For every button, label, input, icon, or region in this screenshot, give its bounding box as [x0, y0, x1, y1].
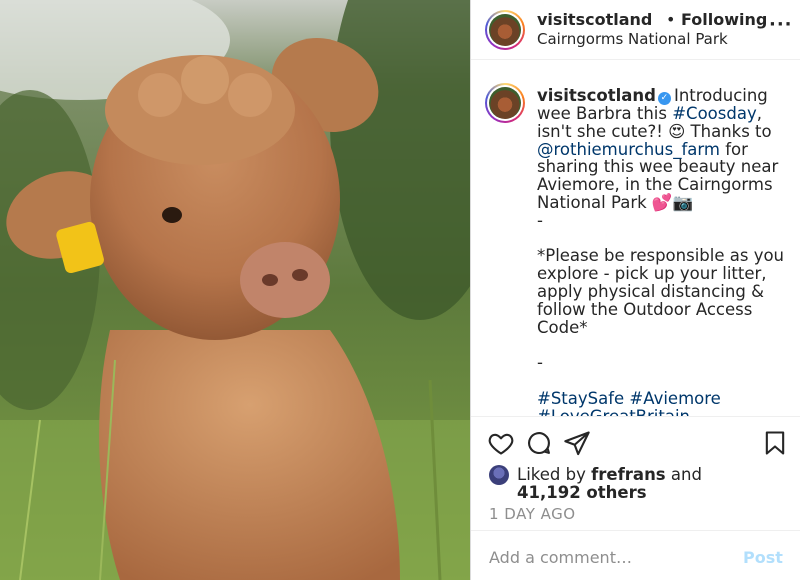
post-photo[interactable] — [0, 0, 470, 580]
share-icon — [564, 431, 590, 456]
liked-by-prefix: Liked by — [517, 465, 592, 484]
hashtags-line-1[interactable]: #StaySafe #Aviemore — [537, 389, 721, 408]
post-header: visitscotland • Following Cairngorms Nat… — [471, 0, 800, 60]
post-side-panel: visitscotland • Following Cairngorms Nat… — [470, 0, 800, 580]
caption-text: visitscotland ✓ Introducing wee Barbra thi… — [537, 87, 793, 416]
liked-by-line: Liked by frefrans and — [517, 465, 702, 484]
more-options-icon[interactable]: ··· — [769, 16, 793, 34]
caption-text-body: for sharing this wee beauty near Aviemor… — [537, 139, 785, 373]
actions-area: Liked by frefrans and 41,192 others 1 DA… — [471, 416, 800, 530]
heart-icon — [488, 433, 514, 455]
bookmark-icon — [765, 431, 785, 455]
user-avatar[interactable] — [485, 10, 525, 50]
header-username[interactable]: visitscotland — [537, 10, 652, 29]
caption-username[interactable]: visitscotland — [537, 86, 656, 105]
liker-avatar[interactable] — [489, 465, 509, 485]
hashtags-line-2[interactable]: #LoveGreatBritain — [537, 407, 690, 416]
share-button[interactable] — [563, 429, 591, 457]
comment-icon — [528, 432, 550, 455]
caption-avatar[interactable] — [485, 83, 525, 123]
caption-area[interactable]: visitscotland ✓ Introducing wee Barbra thi… — [471, 61, 800, 416]
likes-count[interactable]: 41,192 others — [517, 483, 647, 502]
liked-by-and: and — [665, 465, 702, 484]
comment-input[interactable] — [489, 543, 729, 571]
header-separator: • — [666, 10, 676, 29]
post-timestamp[interactable]: 1 DAY AGO — [489, 505, 576, 523]
mention-link[interactable]: @rothiemurchus_farm — [537, 140, 720, 159]
hashtag-link-coosday[interactable]: #Coosday — [672, 104, 756, 123]
save-button[interactable] — [761, 429, 789, 457]
comment-form: Post — [471, 530, 800, 580]
following-button[interactable]: Following — [681, 10, 767, 29]
liker-username[interactable]: frefrans — [591, 465, 666, 484]
like-button[interactable] — [487, 429, 515, 457]
post-comment-button[interactable]: Post — [743, 548, 783, 567]
comment-button[interactable] — [525, 429, 553, 457]
highland-calf-image — [0, 0, 470, 580]
instagram-post: visitscotland • Following Cairngorms Nat… — [0, 0, 800, 580]
location-link[interactable]: Cairngorms National Park — [537, 30, 728, 48]
